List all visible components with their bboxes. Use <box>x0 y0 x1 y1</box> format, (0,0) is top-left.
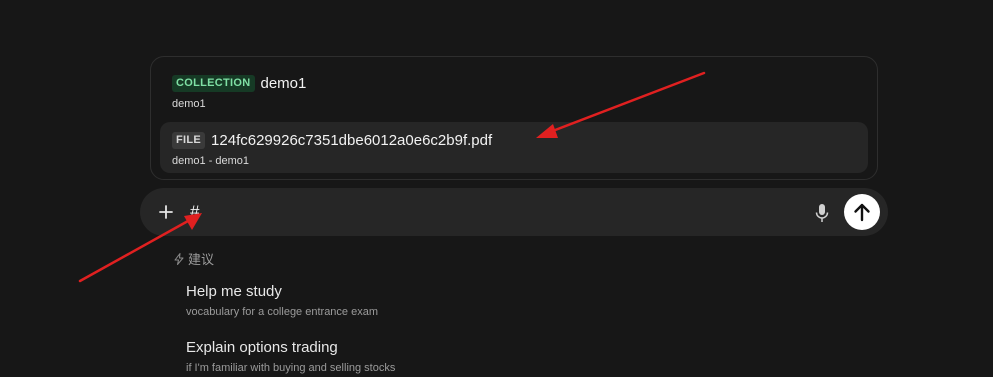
mention-title: 124fc629926c7351dbe6012a0e6c2b9f.pdf <box>211 131 493 149</box>
mention-popup: COLLECTION demo1 demo1 FILE 124fc629926c… <box>150 56 878 180</box>
plus-icon <box>159 205 173 219</box>
chat-input-bar <box>140 188 888 236</box>
arrow-up-icon <box>854 203 870 222</box>
suggestions-header: 建议 <box>174 249 214 268</box>
file-tag: FILE <box>172 131 206 149</box>
suggestion-item[interactable]: Help me study vocabulary for a college e… <box>186 283 378 318</box>
suggestion-item[interactable]: Explain options trading if I'm familiar … <box>186 339 395 374</box>
attach-button[interactable] <box>154 200 178 224</box>
send-button[interactable] <box>844 194 880 230</box>
suggestion-title: Explain options trading <box>186 339 338 356</box>
chat-screen: COLLECTION demo1 demo1 FILE 124fc629926c… <box>0 0 993 377</box>
chat-input[interactable] <box>190 200 790 224</box>
voice-input-button[interactable] <box>812 202 832 224</box>
suggestions-header-label: 建议 <box>188 252 215 267</box>
mention-subtitle: demo1 - demo1 <box>172 155 250 167</box>
suggestion-subtitle: vocabulary for a college entrance exam <box>186 306 378 318</box>
microphone-icon <box>815 204 829 222</box>
mention-subtitle: demo1 <box>172 98 206 110</box>
mention-item-file[interactable]: FILE 124fc629926c7351dbe6012a0e6c2b9f.pd… <box>160 122 868 173</box>
mention-item-collection[interactable]: COLLECTION demo1 demo1 <box>160 65 868 116</box>
lightning-icon <box>174 252 184 265</box>
mention-title: demo1 <box>260 74 307 92</box>
suggestion-title: Help me study <box>186 283 282 300</box>
collection-tag: COLLECTION <box>172 74 255 92</box>
suggestion-subtitle: if I'm familiar with buying and selling … <box>186 362 396 374</box>
